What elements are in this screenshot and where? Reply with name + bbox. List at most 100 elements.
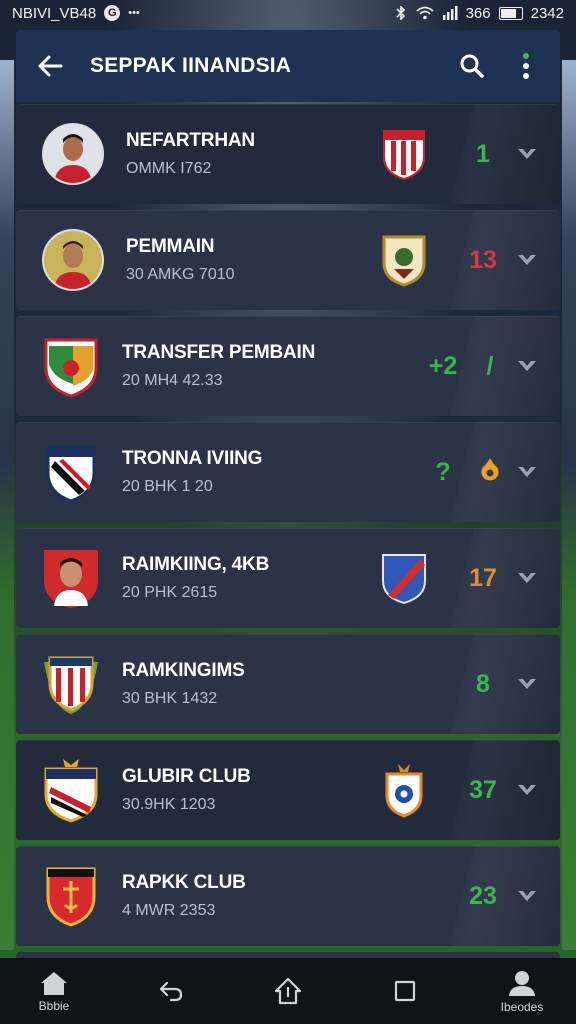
item-text: RAMKINGIMS 30 BHK 1432 [122,660,456,708]
list-item[interactable]: RAPKK CLUB 4 MWR 2353 23 [16,846,560,946]
item-subtitle: OMMK I762 [126,160,212,177]
item-value: 13 [469,245,497,274]
bluetooth-icon [396,6,405,20]
list-item[interactable]: RAIMKIING, 4KB 20 PHK 2615 17 [16,528,560,628]
player-avatar [42,549,100,608]
expand-button[interactable] [514,459,540,485]
item-text: TRANSFER PEMBAIN 20 MH4 42.33 [122,342,416,390]
stadium-background-left [0,60,14,950]
nav-share[interactable] [256,977,320,1005]
nav-recents[interactable] [373,979,437,1003]
list-item[interactable]: PEMMAIN 30 AMKG 7010 13 [16,210,560,310]
battery-icon [498,6,523,20]
status-more-dots: ••• [128,7,140,19]
item-text: PEMMAIN 30 AMKG 7010 [126,236,380,284]
club-badge-icon [380,233,428,287]
chevron-down-icon [518,149,536,159]
item-trend: / [486,351,494,380]
club-badge-icon [380,127,428,181]
item-value: +2 [428,351,458,380]
club-crest-avatar [42,655,100,714]
player-avatar [42,229,104,291]
home-icon [41,971,67,995]
nav-profile-label: Ibeodes [500,999,544,1014]
item-title: RAIMKIING, 4KB [122,554,270,575]
club-crest-avatar [42,443,100,503]
list-item[interactable]: RAMKINGIMS 30 BHK 1432 8 [16,634,560,734]
more-vertical-icon [523,53,529,79]
nav-home[interactable]: Bbbie [22,970,86,1013]
search-icon [460,54,484,78]
club-badge-icon [380,763,428,818]
item-subtitle: 30 AMKG 7010 [126,266,235,283]
list-item[interactable]: NEFARTRHAN OMMK I762 1 [16,104,560,204]
item-subtitle: 4 MWR 2353 [122,902,216,919]
bottom-navigation: Bbbie Ibeodes [0,958,576,1024]
expand-button[interactable] [514,353,540,379]
item-subtitle: 20 MH4 42.33 [122,372,223,389]
expand-button[interactable] [514,777,540,803]
item-text: RAPKK CLUB 4 MWR 2353 [122,872,456,920]
chevron-down-icon [518,891,536,901]
ranking-list: NEFARTRHAN OMMK I762 1 PEMMAIN 30 AMKG 7… [16,104,560,964]
arrow-left-icon [38,55,63,77]
item-title: GLUBIR CLUB [122,766,251,787]
list-item[interactable]: TRANSFER PEMBAIN 20 MH4 42.33 +2 / [16,316,560,416]
status-right: 366 2342 [394,5,564,22]
club-crest-avatar [42,337,100,398]
item-value: 8 [476,669,490,698]
item-title: RAMKINGIMS [122,660,245,681]
item-text: GLUBIR CLUB 30.9HK 1203 [122,766,380,814]
nav-back[interactable] [139,979,203,1003]
signal-icon [442,6,458,20]
nav-home-label: Bbbie [38,998,70,1013]
item-subtitle: 20 BHK 1 20 [122,478,213,495]
item-text: NEFARTRHAN OMMK I762 [126,130,380,178]
item-title: RAPKK CLUB [122,872,246,893]
list-item[interactable]: TRONNA IVIING 20 BHK 1 20 ? [16,422,560,522]
item-title: TRONNA IVIING [122,448,263,469]
club-crest-avatar [42,867,100,927]
status-time: 2342 [530,4,564,22]
item-subtitle: 30.9HK 1203 [122,796,216,813]
item-title: TRANSFER PEMBAIN [122,342,316,363]
chevron-down-icon [518,679,536,689]
expand-button[interactable] [514,141,540,167]
status-bar: NBIVI_VB48 G ••• 366 2342 [0,0,576,26]
chevron-down-icon [518,361,536,371]
fire-icon [470,456,510,489]
share-icon [274,977,302,1005]
expand-button[interactable] [514,565,540,591]
status-left: NBIVI_VB48 G ••• [12,5,140,22]
status-network-text: 366 [465,4,491,22]
stadium-background-right [562,60,576,950]
item-text: TRONNA IVIING 20 BHK 1 20 [122,448,416,496]
item-value: 37 [469,775,497,804]
search-button[interactable] [456,50,488,82]
nav-profile[interactable]: Ibeodes [490,969,554,1014]
back-button[interactable] [34,50,66,82]
club-badge-icon [380,551,428,605]
square-icon [394,980,416,1002]
expand-button[interactable] [514,883,540,909]
profile-icon [509,970,535,996]
list-item[interactable]: GLUBIR CLUB 30.9HK 1203 37 [16,740,560,840]
item-value: 1 [476,139,490,168]
more-options-button[interactable] [510,50,542,82]
item-value: 17 [469,563,497,592]
app-bar: SEPPAK IINANDSIA [16,30,560,102]
chevron-down-icon [518,467,536,477]
item-title: PEMMAIN [126,236,215,257]
player-avatar [42,123,104,185]
expand-button[interactable] [514,247,540,273]
item-text: RAIMKIING, 4KB 20 PHK 2615 [122,554,380,602]
expand-button[interactable] [514,671,540,697]
back-nav-icon [159,981,183,1002]
item-value: ? [435,457,451,486]
page-title: SEPPAK IINANDSIA [90,54,292,77]
chevron-down-icon [518,255,536,265]
club-crest-avatar [42,759,100,823]
chevron-down-icon [518,573,536,583]
status-carrier-text: NBIVI_VB48 [12,4,97,22]
chevron-down-icon [518,785,536,795]
